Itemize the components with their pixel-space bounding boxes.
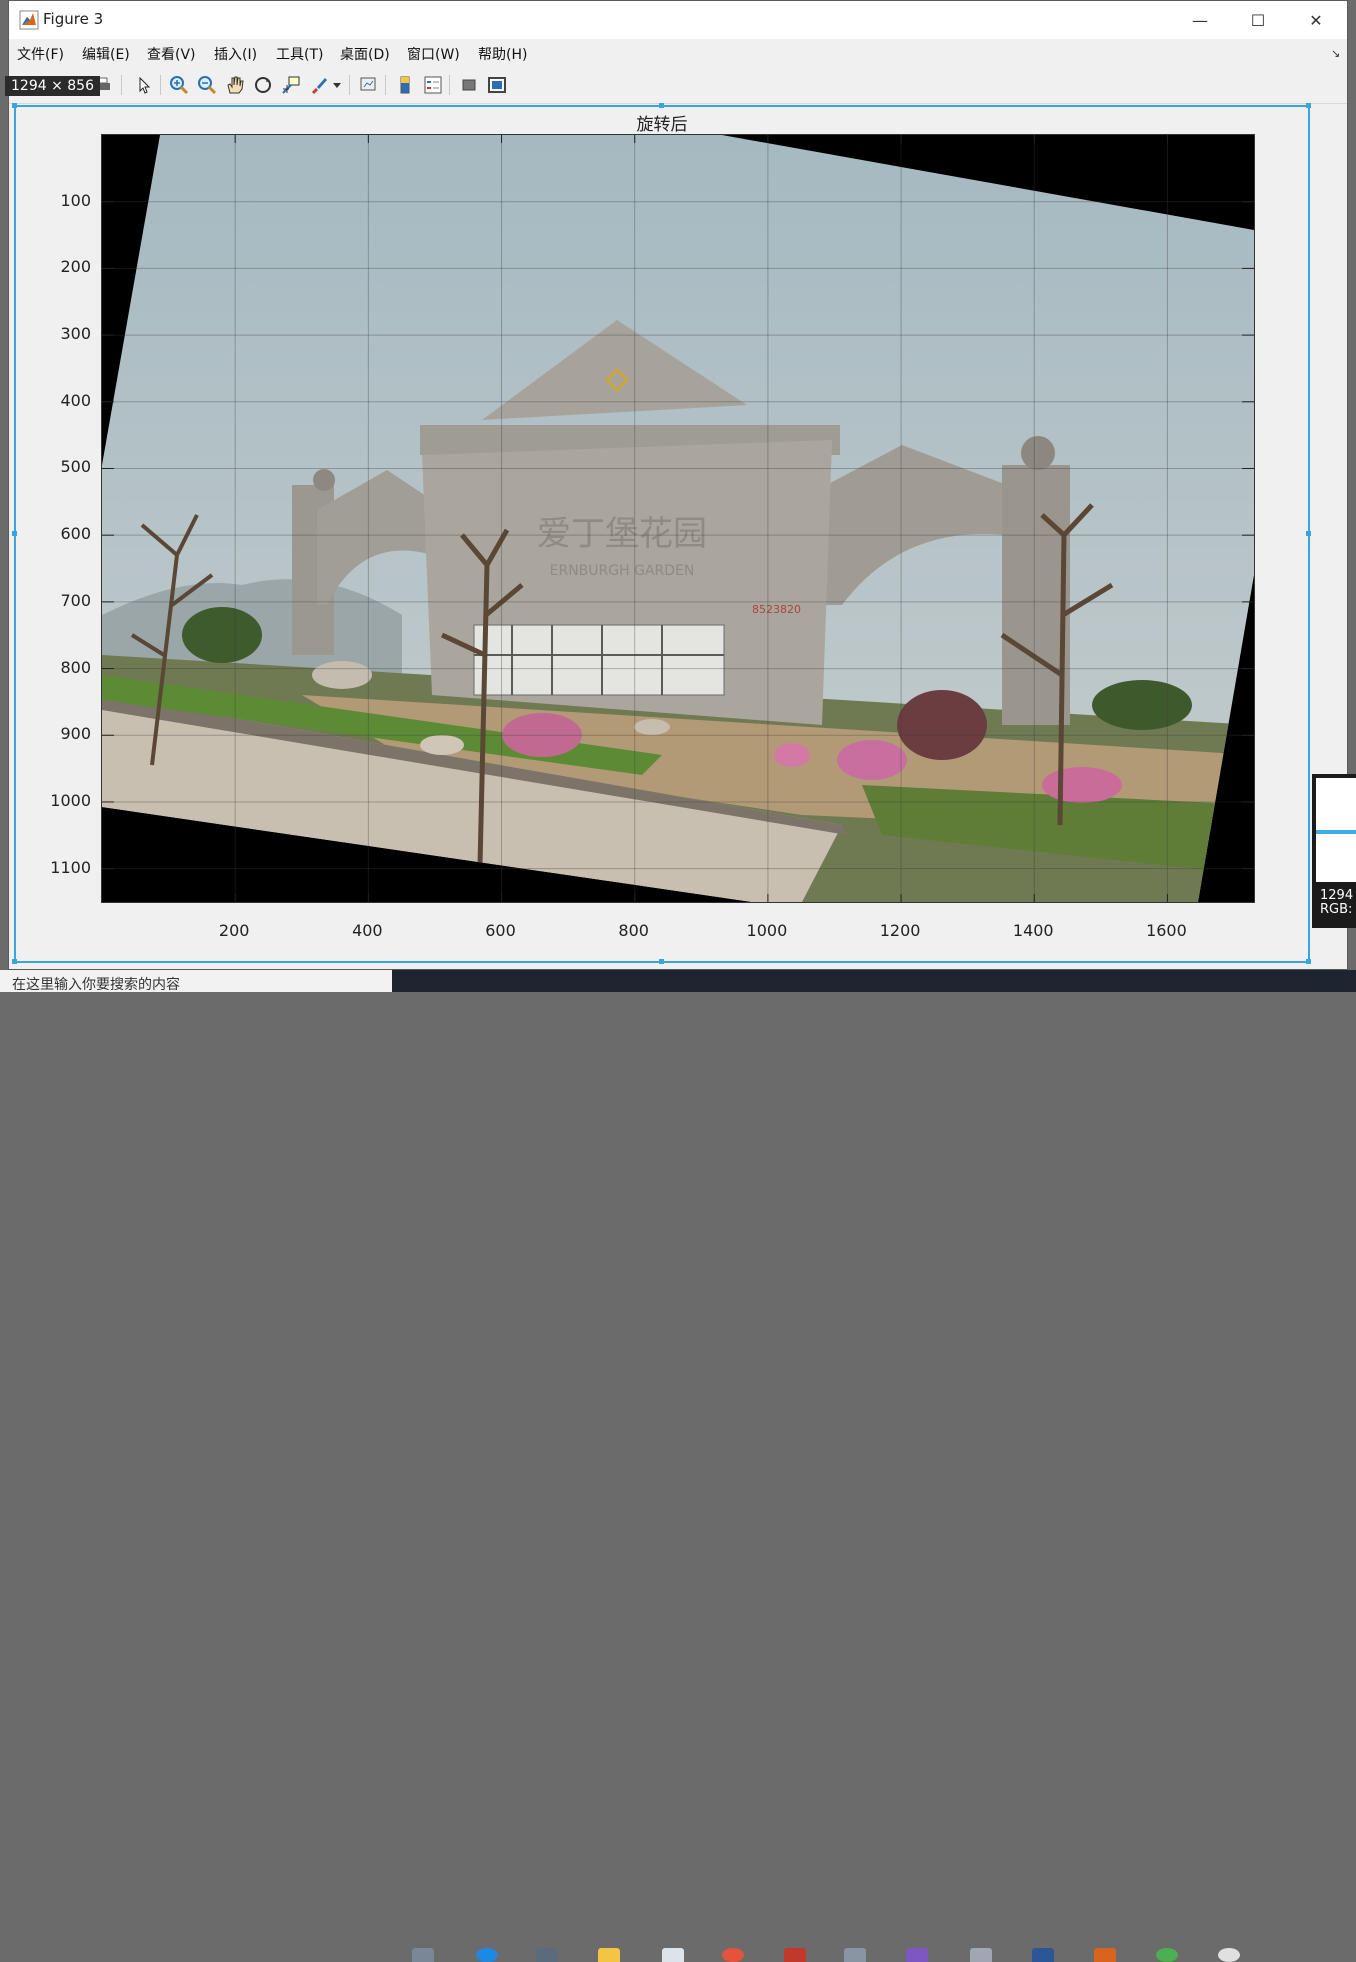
app-icon[interactable]: [970, 1948, 992, 1962]
menu-help[interactable]: 帮助(H): [478, 44, 527, 64]
resize-handle[interactable]: [1306, 103, 1311, 108]
menu-view[interactable]: 查看(V): [147, 44, 196, 64]
x-tick-label: 600: [485, 921, 516, 940]
side-info-panel: 1294 RGB:: [1312, 774, 1356, 928]
app-icon[interactable]: [1218, 1948, 1240, 1962]
store-icon[interactable]: [536, 1948, 558, 1962]
title-bar[interactable]: Figure 3 — ☐ ✕: [9, 1, 1347, 39]
taskbar: [392, 970, 1356, 1962]
word-icon[interactable]: [1032, 1948, 1054, 1962]
resize-handle[interactable]: [12, 531, 17, 536]
rotated-photo: 爱丁堡花园 ERNBURGH GARDEN 8523820: [102, 135, 1254, 902]
figure-canvas[interactable]: 旋转后 爱丁堡花园 ERNBURGH GARDEN 8523820 200 40…: [12, 103, 1311, 964]
hide-plot-tools-icon[interactable]: [457, 73, 481, 97]
matlab-taskbar-icon[interactable]: [1094, 1948, 1116, 1962]
show-plot-tools-icon[interactable]: [485, 73, 509, 97]
chrome-icon[interactable]: [722, 1948, 744, 1962]
app-icon[interactable]: [662, 1948, 684, 1962]
image-axes[interactable]: 爱丁堡花园 ERNBURGH GARDEN 8523820: [101, 134, 1255, 903]
minimize-button[interactable]: —: [1171, 1, 1229, 39]
x-tick-label: 1200: [879, 921, 921, 940]
sign-subtext: ERNBURGH GARDEN: [550, 563, 695, 579]
y-tick-label: 300: [60, 324, 91, 344]
x-tick-label: 1600: [1146, 921, 1187, 940]
matlab-logo-icon: [19, 10, 39, 30]
pointer-icon[interactable]: [132, 73, 156, 97]
resize-handle[interactable]: [1306, 959, 1311, 964]
toolbar-separator: [121, 75, 122, 95]
sign-text: 爱丁堡花园: [537, 514, 707, 554]
figure-window: Figure 3 — ☐ ✕ 文件(F) 编辑(E) 查看(V) 插入(I) 工…: [8, 0, 1348, 970]
x-tick-label: 1400: [1012, 921, 1054, 940]
window-title: Figure 3: [43, 10, 104, 28]
search-input[interactable]: 在这里输入你要搜索的内容: [12, 974, 180, 994]
menu-edit[interactable]: 编辑(E): [82, 44, 130, 64]
pan-hand-icon[interactable]: [223, 73, 247, 97]
maximize-button[interactable]: ☐: [1229, 1, 1287, 39]
menu-file[interactable]: 文件(F): [17, 44, 64, 64]
y-tick-label: 700: [60, 590, 91, 610]
toolbar-separator: [449, 75, 450, 95]
axes-title: 旋转后: [636, 115, 688, 135]
close-button[interactable]: ✕: [1287, 1, 1345, 39]
app-icon[interactable]: [784, 1948, 806, 1962]
y-tick-label: 1100: [50, 857, 91, 877]
toolbar-separator: [385, 75, 386, 95]
y-tick-label: 500: [60, 457, 91, 477]
edge-browser-icon[interactable]: [476, 1948, 498, 1962]
figure-toolbar: [9, 67, 1347, 104]
app-icon[interactable]: [906, 1948, 928, 1962]
wechat-icon[interactable]: [1156, 1948, 1178, 1962]
side-panel-size: 1294: [1320, 888, 1354, 903]
menu-window[interactable]: 窗口(W): [407, 44, 460, 64]
side-panel-bar: [1316, 830, 1356, 834]
dimension-badge: 1294 × 856: [5, 76, 100, 96]
x-tick-label: 200: [218, 921, 250, 940]
brush-dropdown-icon[interactable]: [331, 73, 343, 97]
colorbar-icon[interactable]: [393, 73, 417, 97]
toolbar-separator: [349, 75, 350, 95]
menu-bar: 文件(F) 编辑(E) 查看(V) 插入(I) 工具(T) 桌面(D) 窗口(W…: [9, 39, 1347, 67]
brush-icon[interactable]: [307, 73, 331, 97]
x-tick-label: 1000: [746, 921, 788, 940]
y-tick-label: 800: [60, 657, 91, 677]
zoom-out-icon[interactable]: [195, 73, 219, 97]
toolbar-separator: [160, 75, 161, 95]
menu-desktop[interactable]: 桌面(D): [340, 44, 390, 64]
menu-tools[interactable]: 工具(T): [276, 44, 323, 64]
y-tick-label: 400: [60, 390, 91, 410]
resize-handle[interactable]: [659, 959, 664, 964]
side-panel-preview: [1316, 778, 1356, 882]
y-tick-label: 200: [60, 257, 91, 277]
legend-icon[interactable]: [421, 73, 445, 97]
undock-icon[interactable]: ↘: [1331, 47, 1340, 60]
y-tick-label: 600: [60, 524, 91, 544]
x-tick-label: 400: [352, 921, 383, 940]
phone-text: 8523820: [752, 603, 801, 616]
data-cursor-icon[interactable]: [279, 73, 303, 97]
zoom-in-icon[interactable]: [167, 73, 191, 97]
file-explorer-icon[interactable]: [598, 1948, 620, 1962]
resize-handle[interactable]: [659, 103, 664, 108]
y-tick-label: 900: [60, 724, 91, 744]
side-panel-rgb: RGB:: [1320, 902, 1353, 917]
y-tick-label: 1000: [50, 790, 91, 810]
link-plot-icon[interactable]: [357, 73, 381, 97]
settings-icon[interactable]: [844, 1948, 866, 1962]
rotate-3d-icon[interactable]: [251, 73, 275, 97]
menu-insert[interactable]: 插入(I): [214, 44, 257, 64]
resize-handle[interactable]: [12, 959, 17, 964]
x-tick-label: 800: [618, 921, 649, 940]
resize-handle[interactable]: [1306, 531, 1311, 536]
resize-handle[interactable]: [12, 103, 17, 108]
task-view-icon[interactable]: [412, 1948, 434, 1962]
y-tick-label: 100: [60, 190, 91, 210]
